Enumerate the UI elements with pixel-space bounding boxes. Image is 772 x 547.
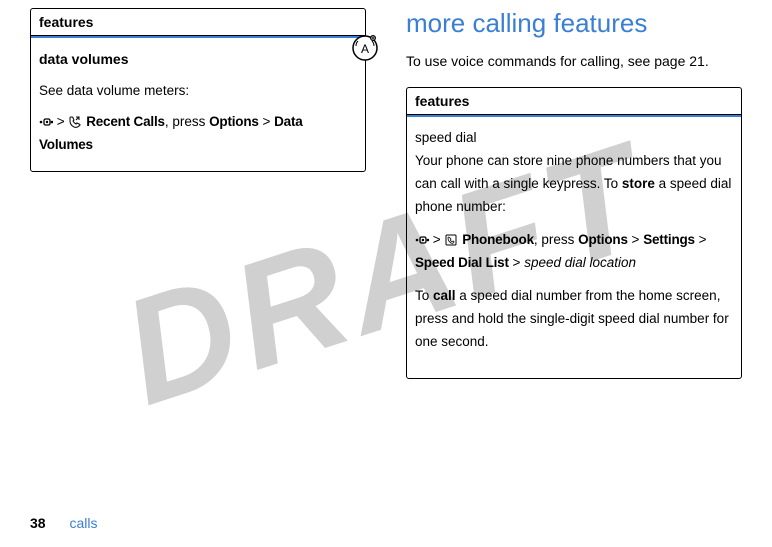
- path-item: Options: [578, 232, 628, 247]
- gt: >: [699, 232, 707, 247]
- center-key-icon: [39, 111, 53, 134]
- path-location: speed dial location: [524, 255, 636, 270]
- center-key-icon: [415, 229, 429, 252]
- phonebook-icon: [444, 229, 458, 252]
- nav-path-right: > Phonebook, press Options > Settings > …: [415, 229, 733, 275]
- path-item: Speed Dial List: [415, 255, 509, 270]
- gt: >: [57, 114, 65, 129]
- path-item: Options: [209, 114, 259, 129]
- row-title: data volumes: [39, 48, 357, 72]
- features-box-left: features A data volumes See data volume: [30, 8, 366, 172]
- svg-text:A: A: [361, 42, 369, 56]
- gt: >: [632, 232, 640, 247]
- path-item: Settings: [643, 232, 695, 247]
- text: a speed dial number from the home screen…: [415, 288, 729, 349]
- wireless-badge-icon: A: [351, 34, 379, 62]
- speed-dial-para1: Your phone can store nine phone numbers …: [415, 150, 733, 219]
- text-bold: call: [433, 288, 456, 303]
- path-text: , press: [534, 232, 578, 247]
- gt: >: [513, 255, 521, 270]
- features-box-right: features speed dial Your phone can store…: [406, 87, 742, 379]
- text-bold: store: [622, 176, 655, 191]
- feature-row-data-volumes: A data volumes See data volume meters: >: [31, 38, 365, 171]
- left-column: features A data volumes See data volume: [30, 0, 366, 547]
- section-heading: more calling features: [406, 8, 742, 39]
- nav-path-left: > Recent Calls, press Options > Data Vol…: [39, 111, 357, 157]
- row-description: See data volume meters:: [39, 80, 357, 103]
- gt: >: [262, 114, 270, 129]
- text: To: [415, 288, 433, 303]
- path-text: , press: [165, 114, 209, 129]
- features-header-right: features: [407, 88, 741, 115]
- path-item: Phonebook: [462, 232, 534, 247]
- features-header-left: features: [31, 9, 365, 36]
- recent-calls-icon: [68, 111, 82, 134]
- right-column: more calling features To use voice comma…: [406, 0, 742, 547]
- feature-row-speed-dial: speed dial Your phone can store nine pho…: [407, 117, 741, 378]
- speed-dial-para2: To call a speed dial number from the hom…: [415, 285, 733, 354]
- page-content: features A data volumes See data volume: [0, 0, 772, 547]
- gt: >: [433, 232, 441, 247]
- row-title: speed dial: [415, 127, 733, 150]
- path-item: Recent Calls: [86, 114, 165, 129]
- intro-text: To use voice commands for calling, see p…: [406, 53, 742, 69]
